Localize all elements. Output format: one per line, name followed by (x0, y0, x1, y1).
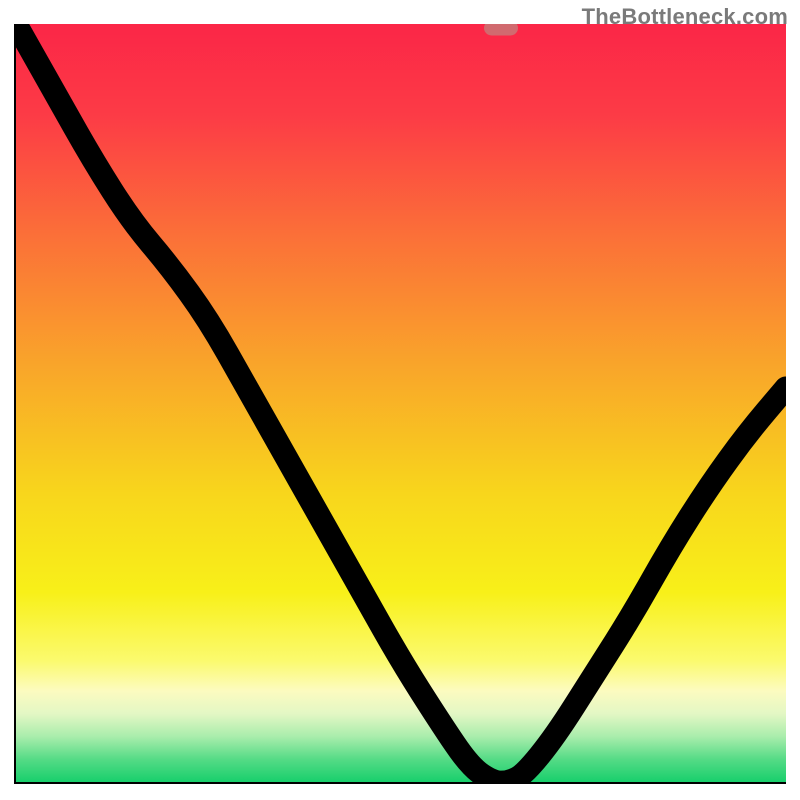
chart-frame: TheBottleneck.com (0, 0, 800, 800)
optimal-marker (484, 24, 518, 35)
bottleneck-curve (16, 24, 786, 782)
plot-area (14, 24, 786, 784)
watermark-text: TheBottleneck.com (582, 4, 788, 30)
